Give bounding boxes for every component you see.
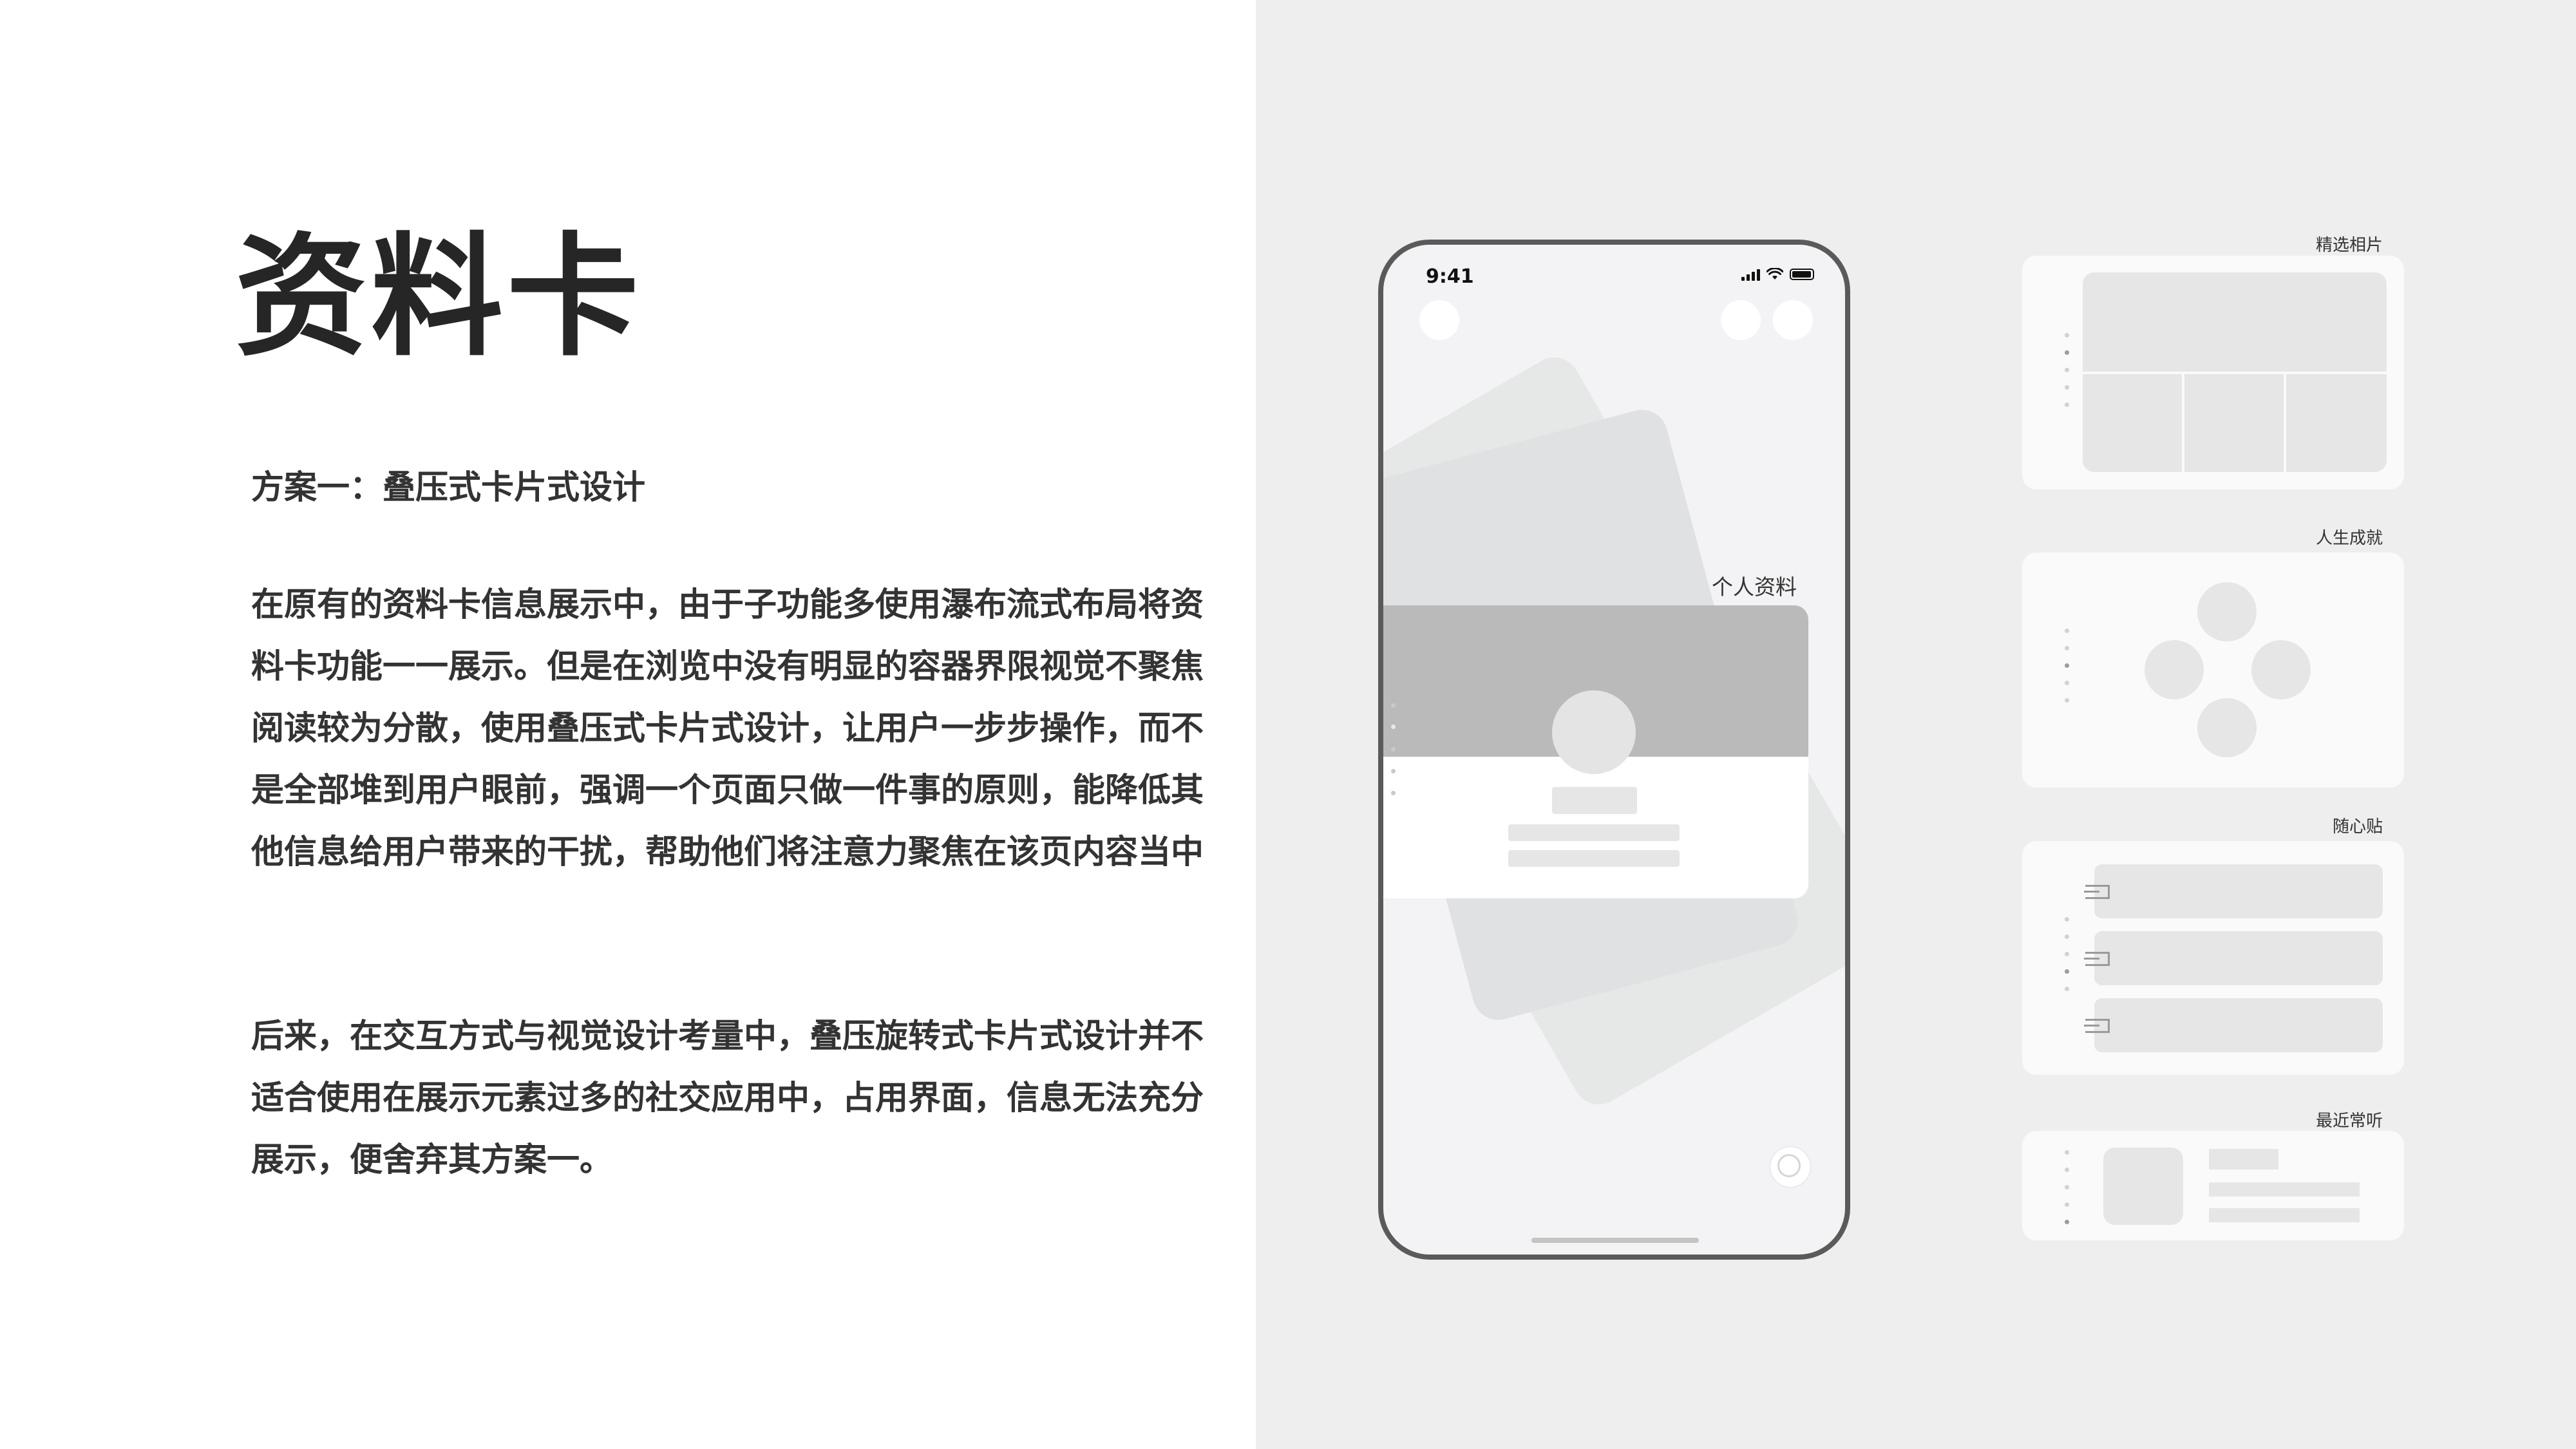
widget-dot: [2065, 333, 2069, 337]
widget-dot: [2065, 934, 2069, 939]
profile-info-placeholder: [1508, 824, 1680, 841]
music-widget-label: 最近常听: [2315, 1112, 2383, 1131]
page-subtitle: 方案一：叠压式卡片式设计: [251, 469, 646, 507]
home-indicator: [1531, 1238, 1699, 1243]
page-indicator-dot: [1391, 724, 1396, 729]
achievements-widget[interactable]: [2022, 553, 2404, 788]
widget-dot: [2065, 629, 2069, 633]
page-title: 资料卡: [235, 221, 643, 374]
widget-dot: [2065, 1168, 2069, 1172]
widget-dot: [2065, 350, 2069, 355]
description-paragraph-2: 后来，在交互方式与视觉设计考量中，叠压旋转式卡片式设计并不适合使用在展示元素过多…: [251, 1018, 1204, 1179]
signal-icon: [1741, 268, 1760, 281]
share-button[interactable]: [1721, 300, 1761, 340]
more-button[interactable]: [1773, 300, 1813, 340]
page-indicator-dot: [1391, 769, 1396, 773]
note-item[interactable]: [2094, 931, 2383, 985]
pin-icon: [2084, 1019, 2110, 1033]
wifi-icon: [1766, 268, 1783, 279]
album-cover[interactable]: [2103, 1148, 2183, 1225]
pin-icon: [2084, 885, 2110, 899]
achievements-widget-label: 人生成就: [2315, 529, 2383, 548]
page-indicator-dot: [1391, 703, 1396, 708]
widget-dot: [2065, 385, 2069, 390]
widget-dot: [2065, 969, 2069, 974]
achievement-badge[interactable]: [2197, 698, 2257, 757]
back-button[interactable]: [1419, 300, 1459, 340]
profile-card-label: 个人资料: [1712, 574, 1797, 600]
page-indicator-dot: [1391, 747, 1396, 752]
pin-icon: [2084, 952, 2110, 966]
music-widget[interactable]: [2022, 1131, 2404, 1240]
note-item[interactable]: [2094, 864, 2383, 918]
photo-placeholder[interactable]: [2083, 374, 2182, 472]
description-panel: 资料卡 方案一：叠压式卡片式设计 在原有的资料卡信息展示中，由于子功能多使用瀑布…: [0, 0, 1256, 1449]
achievement-badge[interactable]: [2197, 582, 2257, 641]
notes-widget[interactable]: [2022, 841, 2404, 1075]
profile-name-placeholder: [1552, 787, 1637, 814]
widget-dot: [2065, 952, 2069, 956]
photos-widget-label: 精选相片: [2315, 236, 2383, 255]
battery-icon: [1790, 269, 1814, 280]
widget-dot: [2065, 917, 2069, 922]
widget-dot: [2065, 1150, 2069, 1155]
widget-dot: [2065, 987, 2069, 991]
avatar[interactable]: [1552, 690, 1636, 774]
profile-info-placeholder: [1508, 850, 1680, 867]
widget-dot: [2065, 402, 2069, 407]
status-icons: [1741, 268, 1814, 281]
achievement-badge[interactable]: [2251, 640, 2311, 699]
phone-mockup: 9:41 个人资料: [1378, 240, 1850, 1260]
widget-dot: [2065, 698, 2069, 703]
photo-placeholder[interactable]: [2286, 374, 2387, 472]
page-indicator-dot: [1391, 791, 1396, 795]
photos-widget[interactable]: [2022, 256, 2404, 489]
widget-dot: [2065, 681, 2069, 685]
widget-dot: [2065, 1220, 2069, 1224]
notes-widget-label: 随心贴: [2332, 817, 2383, 837]
action-button[interactable]: [1770, 1147, 1810, 1187]
widget-dot: [2065, 646, 2069, 650]
widget-dot: [2065, 368, 2069, 372]
profile-card[interactable]: [1383, 605, 1808, 898]
widget-dot: [2065, 1202, 2069, 1207]
song-info-placeholder: [2209, 1208, 2360, 1222]
widget-dot: [2065, 1185, 2069, 1189]
description-paragraph-1: 在原有的资料卡信息展示中，由于子功能多使用瀑布流式布局将资料卡功能一一展示。但是…: [251, 586, 1204, 871]
photo-placeholder[interactable]: [2184, 374, 2284, 472]
song-info-placeholder: [2209, 1182, 2360, 1197]
status-time: 9:41: [1426, 265, 1474, 288]
circle-icon: [1777, 1154, 1801, 1177]
photo-placeholder-large[interactable]: [2083, 272, 2387, 372]
song-title-placeholder: [2209, 1149, 2278, 1170]
achievement-badge[interactable]: [2145, 640, 2204, 699]
note-item[interactable]: [2094, 998, 2383, 1052]
widget-dot: [2065, 663, 2069, 668]
